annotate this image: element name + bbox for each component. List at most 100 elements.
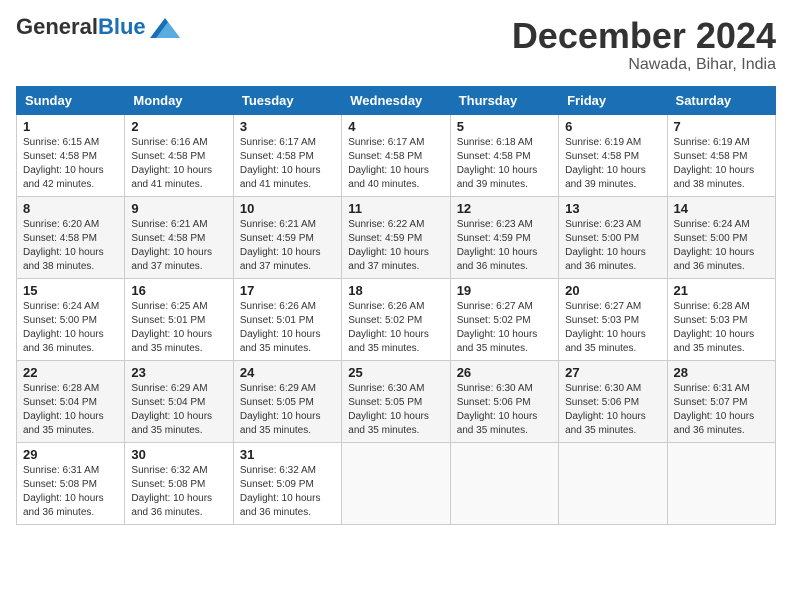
title-section: December 2024 Nawada, Bihar, India bbox=[512, 16, 776, 74]
day-number: 27 bbox=[565, 365, 660, 380]
calendar-cell bbox=[559, 442, 667, 524]
calendar-cell: 7 Sunrise: 6:19 AM Sunset: 4:58 PM Daylig… bbox=[667, 114, 775, 196]
calendar-week-row: 15 Sunrise: 6:24 AM Sunset: 5:00 PM Dayli… bbox=[17, 278, 776, 360]
day-info: Sunrise: 6:32 AM Sunset: 5:09 PM Dayligh… bbox=[240, 464, 335, 520]
logo-blue: Blue bbox=[98, 14, 146, 39]
calendar-cell: 15 Sunrise: 6:24 AM Sunset: 5:00 PM Dayli… bbox=[17, 278, 125, 360]
logo-icon bbox=[150, 18, 180, 38]
day-number: 9 bbox=[131, 201, 226, 216]
day-info: Sunrise: 6:30 AM Sunset: 5:06 PM Dayligh… bbox=[565, 382, 660, 438]
day-info: Sunrise: 6:31 AM Sunset: 5:07 PM Dayligh… bbox=[674, 382, 769, 438]
day-number: 18 bbox=[348, 283, 443, 298]
day-info: Sunrise: 6:24 AM Sunset: 5:00 PM Dayligh… bbox=[23, 300, 118, 356]
day-number: 11 bbox=[348, 201, 443, 216]
day-info: Sunrise: 6:21 AM Sunset: 4:59 PM Dayligh… bbox=[240, 218, 335, 274]
col-header-monday: Monday bbox=[125, 86, 233, 114]
calendar-cell: 3 Sunrise: 6:17 AM Sunset: 4:58 PM Daylig… bbox=[233, 114, 341, 196]
location-subtitle: Nawada, Bihar, India bbox=[512, 56, 776, 74]
calendar-cell: 21 Sunrise: 6:28 AM Sunset: 5:03 PM Dayli… bbox=[667, 278, 775, 360]
logo-text: GeneralBlue bbox=[16, 16, 146, 38]
calendar-cell: 22 Sunrise: 6:28 AM Sunset: 5:04 PM Dayli… bbox=[17, 360, 125, 442]
logo-general: General bbox=[16, 14, 98, 39]
day-info: Sunrise: 6:23 AM Sunset: 5:00 PM Dayligh… bbox=[565, 218, 660, 274]
day-number: 7 bbox=[674, 119, 769, 134]
calendar-cell: 6Sunrise: 6:19 AM Sunset: 4:58 PM Daylig… bbox=[559, 114, 667, 196]
calendar-cell: 14Sunrise: 6:24 AM Sunset: 5:00 PM Dayli… bbox=[667, 196, 775, 278]
calendar-cell bbox=[342, 442, 450, 524]
day-number: 16 bbox=[131, 283, 226, 298]
day-info: Sunrise: 6:26 AM Sunset: 5:01 PM Dayligh… bbox=[240, 300, 335, 356]
calendar-cell: 8 Sunrise: 6:20 AM Sunset: 4:58 PM Daylig… bbox=[17, 196, 125, 278]
day-info: Sunrise: 6:17 AM Sunset: 4:58 PM Dayligh… bbox=[240, 136, 335, 192]
day-info: Sunrise: 6:23 AM Sunset: 4:59 PM Dayligh… bbox=[457, 218, 552, 274]
day-info: Sunrise: 6:32 AM Sunset: 5:08 PM Dayligh… bbox=[131, 464, 226, 520]
day-number: 1 bbox=[23, 119, 118, 134]
day-number: 12 bbox=[457, 201, 552, 216]
day-number: 24 bbox=[240, 365, 335, 380]
calendar-header-row: SundayMondayTuesdayWednesdayThursdayFrid… bbox=[17, 86, 776, 114]
day-number: 14 bbox=[674, 201, 769, 216]
day-number: 21 bbox=[674, 283, 769, 298]
day-number: 3 bbox=[240, 119, 335, 134]
day-number: 20 bbox=[565, 283, 660, 298]
day-number: 23 bbox=[131, 365, 226, 380]
calendar-cell: 29Sunrise: 6:31 AM Sunset: 5:08 PM Dayli… bbox=[17, 442, 125, 524]
calendar-week-row: 8 Sunrise: 6:20 AM Sunset: 4:58 PM Daylig… bbox=[17, 196, 776, 278]
day-info: Sunrise: 6:25 AM Sunset: 5:01 PM Dayligh… bbox=[131, 300, 226, 356]
calendar-cell: 28 Sunrise: 6:31 AM Sunset: 5:07 PM Dayli… bbox=[667, 360, 775, 442]
calendar-week-row: 1 Sunrise: 6:15 AM Sunset: 4:58 PM Daylig… bbox=[17, 114, 776, 196]
day-number: 29 bbox=[23, 447, 118, 462]
day-number: 4 bbox=[348, 119, 443, 134]
day-info: Sunrise: 6:15 AM Sunset: 4:58 PM Dayligh… bbox=[23, 136, 118, 192]
day-info: Sunrise: 6:21 AM Sunset: 4:58 PM Dayligh… bbox=[131, 218, 226, 274]
day-info: Sunrise: 6:28 AM Sunset: 5:03 PM Dayligh… bbox=[674, 300, 769, 356]
calendar-cell: 16 Sunrise: 6:25 AM Sunset: 5:01 PM Dayli… bbox=[125, 278, 233, 360]
page-header: GeneralBlue December 2024 Nawada, Bihar,… bbox=[16, 16, 776, 74]
day-number: 30 bbox=[131, 447, 226, 462]
day-info: Sunrise: 6:29 AM Sunset: 5:05 PM Dayligh… bbox=[240, 382, 335, 438]
calendar-cell: 20 Sunrise: 6:27 AM Sunset: 5:03 PM Dayli… bbox=[559, 278, 667, 360]
col-header-tuesday: Tuesday bbox=[233, 86, 341, 114]
calendar-cell: 19 Sunrise: 6:27 AM Sunset: 5:02 PM Dayli… bbox=[450, 278, 558, 360]
day-info: Sunrise: 6:26 AM Sunset: 5:02 PM Dayligh… bbox=[348, 300, 443, 356]
day-number: 17 bbox=[240, 283, 335, 298]
day-number: 8 bbox=[23, 201, 118, 216]
day-info: Sunrise: 6:20 AM Sunset: 4:58 PM Dayligh… bbox=[23, 218, 118, 274]
day-number: 15 bbox=[23, 283, 118, 298]
calendar-week-row: 29Sunrise: 6:31 AM Sunset: 5:08 PM Dayli… bbox=[17, 442, 776, 524]
day-info: Sunrise: 6:28 AM Sunset: 5:04 PM Dayligh… bbox=[23, 382, 118, 438]
calendar-cell: 17 Sunrise: 6:26 AM Sunset: 5:01 PM Dayli… bbox=[233, 278, 341, 360]
logo: GeneralBlue bbox=[16, 16, 180, 38]
day-info: Sunrise: 6:27 AM Sunset: 5:03 PM Dayligh… bbox=[565, 300, 660, 356]
day-number: 10 bbox=[240, 201, 335, 216]
calendar-cell: 12 Sunrise: 6:23 AM Sunset: 4:59 PM Dayli… bbox=[450, 196, 558, 278]
calendar-cell: 9 Sunrise: 6:21 AM Sunset: 4:58 PM Daylig… bbox=[125, 196, 233, 278]
calendar-cell: 30 Sunrise: 6:32 AM Sunset: 5:08 PM Dayli… bbox=[125, 442, 233, 524]
day-info: Sunrise: 6:17 AM Sunset: 4:58 PM Dayligh… bbox=[348, 136, 443, 192]
calendar-week-row: 22 Sunrise: 6:28 AM Sunset: 5:04 PM Dayli… bbox=[17, 360, 776, 442]
day-number: 5 bbox=[457, 119, 552, 134]
calendar-cell: 2Sunrise: 6:16 AM Sunset: 4:58 PM Daylig… bbox=[125, 114, 233, 196]
calendar-cell bbox=[667, 442, 775, 524]
day-number: 28 bbox=[674, 365, 769, 380]
col-header-thursday: Thursday bbox=[450, 86, 558, 114]
day-info: Sunrise: 6:16 AM Sunset: 4:58 PM Dayligh… bbox=[131, 136, 226, 192]
day-info: Sunrise: 6:27 AM Sunset: 5:02 PM Dayligh… bbox=[457, 300, 552, 356]
calendar-cell: 25Sunrise: 6:30 AM Sunset: 5:05 PM Dayli… bbox=[342, 360, 450, 442]
day-info: Sunrise: 6:19 AM Sunset: 4:58 PM Dayligh… bbox=[674, 136, 769, 192]
calendar-cell: 24 Sunrise: 6:29 AM Sunset: 5:05 PM Dayli… bbox=[233, 360, 341, 442]
calendar-table: SundayMondayTuesdayWednesdayThursdayFrid… bbox=[16, 86, 776, 525]
calendar-cell: 1 Sunrise: 6:15 AM Sunset: 4:58 PM Daylig… bbox=[17, 114, 125, 196]
day-number: 22 bbox=[23, 365, 118, 380]
day-number: 25 bbox=[348, 365, 443, 380]
day-number: 19 bbox=[457, 283, 552, 298]
calendar-cell: 31Sunrise: 6:32 AM Sunset: 5:09 PM Dayli… bbox=[233, 442, 341, 524]
col-header-sunday: Sunday bbox=[17, 86, 125, 114]
calendar-cell: 18 Sunrise: 6:26 AM Sunset: 5:02 PM Dayli… bbox=[342, 278, 450, 360]
calendar-cell: 13 Sunrise: 6:23 AM Sunset: 5:00 PM Dayli… bbox=[559, 196, 667, 278]
calendar-cell: 10 Sunrise: 6:21 AM Sunset: 4:59 PM Dayli… bbox=[233, 196, 341, 278]
calendar-cell: 26Sunrise: 6:30 AM Sunset: 5:06 PM Dayli… bbox=[450, 360, 558, 442]
day-number: 26 bbox=[457, 365, 552, 380]
day-number: 13 bbox=[565, 201, 660, 216]
month-title: December 2024 bbox=[512, 16, 776, 56]
